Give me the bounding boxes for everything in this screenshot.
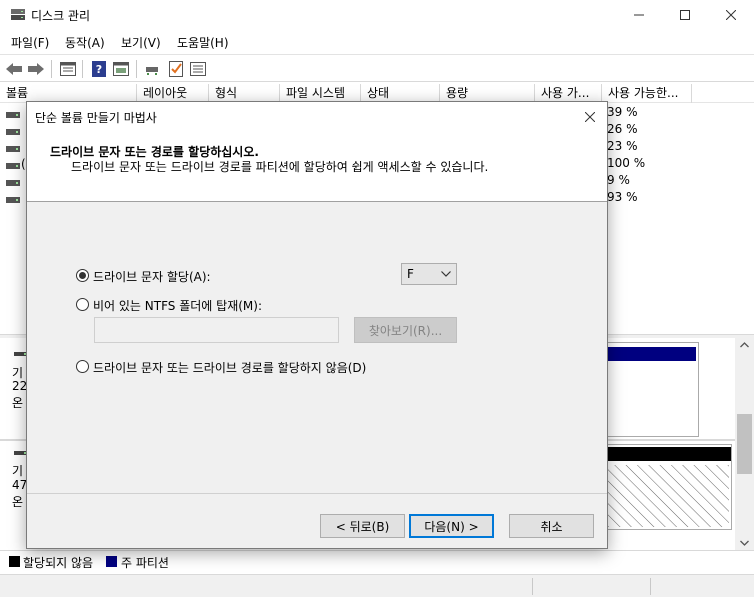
menu-action[interactable]: 동작(A) bbox=[65, 34, 105, 51]
unallocated-bar bbox=[601, 447, 731, 461]
volume-drive-icon bbox=[6, 197, 20, 203]
volume-drive-icon bbox=[6, 129, 20, 135]
disk-1-status: 온 bbox=[12, 495, 24, 509]
column-percent-free[interactable]: 사용 가능한... bbox=[602, 84, 692, 103]
help-icon: ? bbox=[92, 61, 106, 77]
browse-button[interactable]: 찾아보기(R)... bbox=[354, 317, 457, 343]
assign-letter-label[interactable]: 드라이브 문자 할당(A): bbox=[93, 268, 211, 285]
volume-drive-icon bbox=[6, 112, 20, 118]
close-icon bbox=[585, 112, 595, 122]
new-simple-volume-wizard: 단순 볼륨 만들기 마법사 드라이브 문자 또는 경로를 할당하십시오. 드라이… bbox=[26, 101, 608, 549]
drive-letter-value: F bbox=[407, 267, 414, 281]
folder-path-input[interactable] bbox=[94, 317, 339, 343]
wizard-header: 드라이브 문자 또는 경로를 할당하십시오. 드라이브 문자 또는 드라이브 경… bbox=[27, 132, 607, 202]
toolbar-separator bbox=[51, 60, 52, 78]
volume-row-fragment: ( bbox=[21, 157, 26, 171]
drive-letter-select[interactable]: F bbox=[401, 263, 457, 285]
hatch-pattern bbox=[603, 465, 729, 527]
console-button[interactable] bbox=[111, 59, 131, 79]
scroll-up-icon[interactable] bbox=[740, 342, 749, 348]
disk-1-type: 기 bbox=[12, 464, 24, 478]
settings-icon bbox=[190, 62, 206, 76]
legend-unallocated-label: 할당되지 않음 bbox=[23, 556, 94, 570]
maximize-button[interactable] bbox=[662, 0, 708, 30]
volume-drive-icon bbox=[6, 180, 20, 186]
close-icon bbox=[726, 10, 736, 20]
volume-percent-free: 23 % bbox=[607, 139, 638, 153]
volume-percent-free: 26 % bbox=[607, 122, 638, 136]
help-button[interactable]: ? bbox=[89, 59, 109, 79]
no-assign-label[interactable]: 드라이브 문자 또는 드라이브 경로를 할당하지 않음(D) bbox=[93, 359, 366, 376]
svg-text:?: ? bbox=[96, 63, 102, 76]
back-arrow-icon bbox=[6, 63, 22, 75]
console-icon bbox=[113, 62, 129, 76]
wizard-subheading: 드라이브 문자 또는 드라이브 경로를 파티션에 할당하여 쉽게 액세스할 수 … bbox=[71, 160, 489, 174]
status-bar bbox=[0, 574, 754, 597]
volume-percent-free: 100 % bbox=[607, 156, 646, 170]
no-assign-radio[interactable] bbox=[76, 360, 89, 373]
status-separator bbox=[650, 578, 651, 595]
unallocated-block[interactable] bbox=[600, 444, 732, 530]
maximize-icon bbox=[680, 10, 690, 20]
main-title-bar: 디스크 관리 bbox=[0, 0, 754, 30]
partition-block[interactable] bbox=[600, 342, 699, 437]
legend-primary-label: 주 파티션 bbox=[121, 556, 169, 570]
forward-button[interactable] bbox=[26, 59, 46, 79]
menu-bar: 파일(F) 동작(A) 보기(V) 도움말(H) bbox=[0, 30, 754, 54]
back-button[interactable]: < 뒤로(B) bbox=[320, 514, 405, 538]
disk-0-size: 22 bbox=[12, 379, 28, 393]
scroll-down-icon[interactable] bbox=[740, 540, 749, 546]
volume-drive-icon bbox=[6, 163, 20, 169]
primary-partition-bar bbox=[601, 347, 696, 361]
toolbar: ? bbox=[0, 54, 754, 82]
wizard-footer-divider bbox=[27, 493, 607, 494]
check-icon bbox=[169, 61, 183, 77]
wizard-title: 단순 볼륨 만들기 마법사 bbox=[35, 111, 157, 125]
minimize-button[interactable] bbox=[616, 0, 662, 30]
status-separator bbox=[532, 578, 533, 595]
menu-file[interactable]: 파일(F) bbox=[11, 34, 49, 51]
wizard-title-bar: 단순 볼륨 만들기 마법사 bbox=[27, 102, 607, 132]
toolbar-separator bbox=[82, 60, 83, 78]
close-button[interactable] bbox=[708, 0, 754, 30]
volume-drive-icon bbox=[6, 146, 20, 152]
scrollbar-thumb[interactable] bbox=[737, 414, 752, 474]
volume-percent-free: 9 % bbox=[607, 173, 630, 187]
back-button[interactable] bbox=[4, 59, 24, 79]
forward-arrow-icon bbox=[28, 63, 44, 75]
assign-letter-radio[interactable] bbox=[76, 269, 89, 282]
toolbar-separator bbox=[136, 60, 137, 78]
unallocated-swatch bbox=[9, 556, 20, 567]
volume-percent-free: 93 % bbox=[607, 190, 638, 204]
properties-button[interactable] bbox=[58, 59, 78, 79]
minimize-icon bbox=[634, 14, 644, 16]
check-button[interactable] bbox=[166, 59, 186, 79]
disk-0-status: 온 bbox=[12, 396, 24, 410]
primary-partition-swatch bbox=[106, 556, 117, 567]
window-title: 디스크 관리 bbox=[31, 9, 91, 23]
chevron-down-icon bbox=[441, 271, 451, 277]
connect-button[interactable] bbox=[143, 59, 163, 79]
legend-bar: 할당되지 않음 주 파티션 bbox=[0, 550, 754, 572]
disk-management-icon bbox=[10, 8, 26, 22]
cancel-button[interactable]: 취소 bbox=[509, 514, 594, 538]
menu-help[interactable]: 도움말(H) bbox=[177, 34, 229, 51]
disk-1-size: 47 bbox=[12, 478, 28, 492]
mount-folder-radio[interactable] bbox=[76, 298, 89, 311]
properties-icon bbox=[60, 62, 76, 76]
disk-pane-scrollbar[interactable] bbox=[735, 338, 754, 550]
connect-icon bbox=[146, 67, 158, 75]
settings-button[interactable] bbox=[188, 59, 208, 79]
volume-percent-free: 39 % bbox=[607, 105, 638, 119]
mount-folder-label[interactable]: 비어 있는 NTFS 폴더에 탑재(M): bbox=[93, 297, 262, 314]
next-button[interactable]: 다음(N) > bbox=[409, 514, 494, 538]
wizard-close-button[interactable] bbox=[573, 102, 607, 132]
menu-view[interactable]: 보기(V) bbox=[121, 34, 161, 51]
